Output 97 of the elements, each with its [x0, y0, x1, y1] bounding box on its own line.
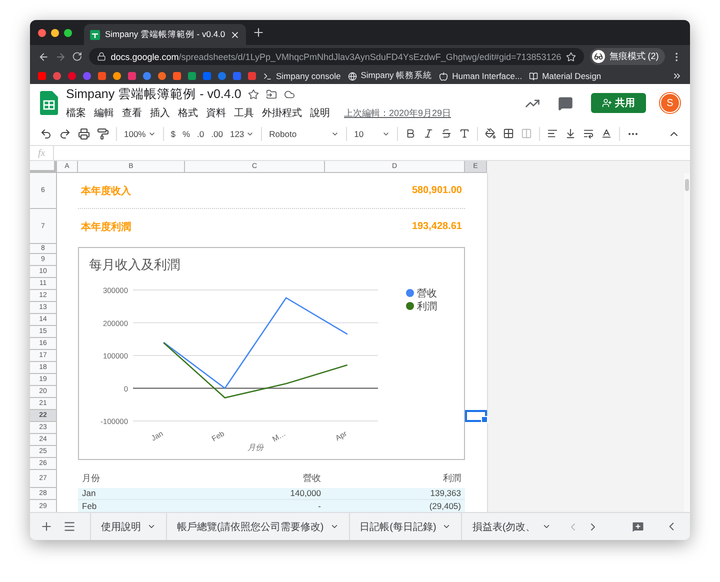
cloud-icon[interactable]	[284, 89, 296, 100]
sheet-tab[interactable]: 帳戶總覽(請依照您公司需要修改)	[166, 513, 349, 540]
legend-label: 營收	[417, 288, 437, 300]
more-bookmarks-icon[interactable]	[672, 71, 682, 81]
sheet-tab[interactable]: 日記帳(每日記錄)	[348, 513, 462, 540]
align-icon[interactable]	[547, 128, 558, 139]
merge-cells-icon[interactable]	[521, 128, 532, 139]
chart-title: 每月收入及利潤	[88, 256, 181, 274]
menu-item[interactable]: 說明	[310, 106, 330, 120]
strikethrough-icon[interactable]	[441, 128, 452, 139]
menu-item[interactable]: 格式	[178, 106, 198, 120]
caret-icon[interactable]	[542, 522, 551, 531]
percent-button[interactable]: %	[182, 128, 190, 138]
terminal-icon	[263, 72, 272, 80]
bookmark-link[interactable]: Simpany console	[263, 71, 341, 81]
menu-item[interactable]: 檔案	[66, 106, 86, 120]
add-sheet-icon[interactable]	[40, 520, 53, 533]
number-format-dropdown[interactable]: 123	[230, 128, 254, 138]
decrease-decimals-button[interactable]: .0	[197, 128, 204, 138]
menu-item[interactable]: 查看	[122, 106, 142, 120]
redo-icon[interactable]	[59, 128, 71, 140]
apple-icon	[439, 72, 448, 80]
caret-icon[interactable]	[147, 522, 156, 531]
text-rotation-icon[interactable]	[601, 128, 612, 139]
sheets-icon	[90, 30, 100, 40]
table-header-cell-text: 利潤	[442, 473, 462, 484]
summary-label: 本年度收入	[80, 184, 132, 198]
bold-icon[interactable]	[405, 128, 416, 139]
address-bar[interactable]: docs.google.com/spreadsheets/d/1LyPp_VMhqcPmNhdJlav3AynSduFD4YsEzdwF_Ghgtwg/edit#gid=713853126	[88, 48, 584, 65]
new-tab-icon[interactable]	[252, 26, 266, 39]
currency-button[interactable]: $	[170, 128, 176, 138]
caret-icon[interactable]	[330, 522, 339, 531]
document-title[interactable]: Simpany 雲端帳簿範例 - v0.4.0	[66, 86, 242, 103]
table-cell-text: -	[317, 500, 322, 512]
all-sheets-icon[interactable]	[63, 520, 76, 533]
last-edit-link[interactable]: 上次編輯：2020年9月29日	[344, 106, 452, 120]
comment-icon[interactable]	[558, 96, 573, 110]
legend-label: 利潤	[417, 301, 437, 312]
summary-value: 193,428.61	[410, 221, 463, 232]
summary-value: 580,901.00	[410, 185, 463, 196]
print-icon[interactable]	[78, 128, 90, 140]
sheets-logo-icon	[40, 91, 58, 115]
caret-icon[interactable]	[442, 522, 452, 531]
bookmark-link[interactable]: Simpany 帳務系統	[348, 70, 432, 82]
fill-color-icon[interactable]	[485, 128, 496, 139]
book-icon	[529, 72, 538, 80]
borders-icon[interactable]	[503, 128, 514, 139]
back-icon[interactable]	[38, 50, 50, 62]
undo-icon[interactable]	[40, 128, 52, 140]
menu-item[interactable]: 編輯	[94, 106, 114, 120]
minimize-window-dot[interactable]	[51, 28, 59, 36]
close-icon[interactable]	[230, 30, 240, 40]
menu-item[interactable]: 外掛程式	[262, 106, 302, 120]
table-cell-text: Jan	[81, 488, 97, 499]
table-cell-text: Feb	[81, 500, 98, 512]
table-header-cell-text: 月份	[81, 473, 101, 484]
vertical-align-icon[interactable]	[565, 128, 576, 139]
reload-icon[interactable]	[72, 51, 83, 62]
table-cell-text: 140,000	[289, 488, 322, 499]
formula-label: fx	[38, 148, 46, 158]
globe-icon	[348, 72, 357, 80]
fill-handle[interactable]	[481, 416, 488, 423]
url-text: docs.google.com/spreadsheets/d/1LyPp_VMhqcPmNhdJlav3AynSduFD4YsEzdwF_Ghgtwg/edit#gid=713853126	[110, 52, 562, 62]
table-cell-text: (29,405)	[428, 500, 462, 512]
zoom-window-dot[interactable]	[64, 28, 72, 36]
table-header-cell-text: 營收	[302, 473, 322, 484]
bookmark-link[interactable]: Material Design	[529, 71, 602, 81]
table-cell-text: 139,363	[429, 488, 462, 499]
axis-title: 月份	[248, 442, 264, 452]
scrollbar-thumb[interactable]	[685, 179, 689, 191]
person-icon	[602, 98, 612, 108]
bookmark-star-icon[interactable]	[566, 52, 576, 62]
sheet-tab[interactable]: 損益表(勿改、	[461, 513, 561, 540]
zoom-dropdown[interactable]: 100%	[124, 128, 156, 138]
forward-icon[interactable]	[55, 50, 66, 62]
summary-label: 本年度利潤	[80, 220, 132, 234]
close-window-dot[interactable]	[38, 28, 46, 36]
menu-item[interactable]: 資料	[206, 106, 226, 120]
wrap-text-icon[interactable]	[583, 128, 594, 139]
lock-icon	[96, 52, 106, 61]
star-icon[interactable]	[248, 89, 260, 100]
italic-icon[interactable]	[423, 128, 434, 139]
explore-icon[interactable]	[631, 520, 645, 534]
move-folder-icon[interactable]	[266, 89, 278, 100]
menu-item[interactable]: 工具	[234, 106, 254, 120]
menu-item[interactable]: 插入	[150, 106, 170, 120]
sheet-tab[interactable]: 使用說明	[90, 513, 166, 540]
increase-decimals-button[interactable]: .00	[211, 128, 223, 138]
paint-format-icon[interactable]	[97, 128, 109, 140]
font-size-dropdown[interactable]: 10	[354, 128, 390, 138]
incognito-profile-button[interactable]: 無痕模式 (2)	[590, 48, 665, 65]
text-color-icon[interactable]	[459, 128, 470, 139]
font-dropdown[interactable]: Roboto	[269, 128, 340, 138]
browser-tab[interactable]: Simpany 雲端帳簿範例 - v0.4.0	[84, 24, 246, 45]
bookmark-link[interactable]: Human Interface...	[439, 71, 522, 81]
incognito-icon	[594, 52, 604, 61]
share-button[interactable]: 共用	[591, 93, 646, 113]
